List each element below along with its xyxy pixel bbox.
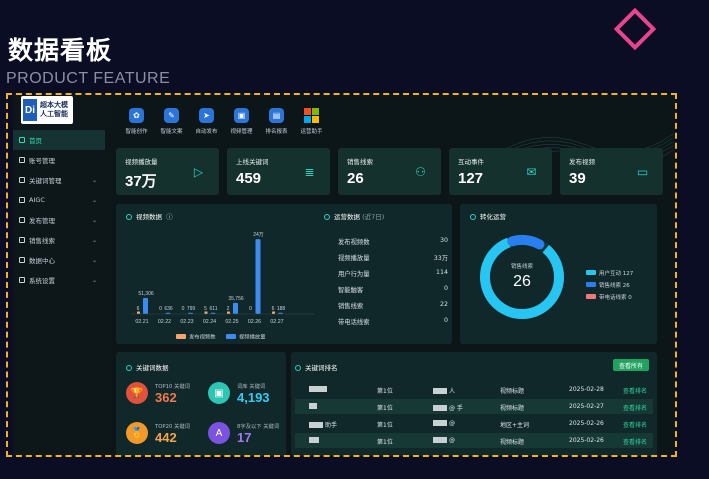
page-subtitle: PRODUCT FEATURE	[6, 70, 171, 87]
diamond-decoration-icon	[613, 7, 657, 51]
highlight-frame	[6, 93, 677, 457]
page-title: 数据看板	[8, 36, 113, 65]
